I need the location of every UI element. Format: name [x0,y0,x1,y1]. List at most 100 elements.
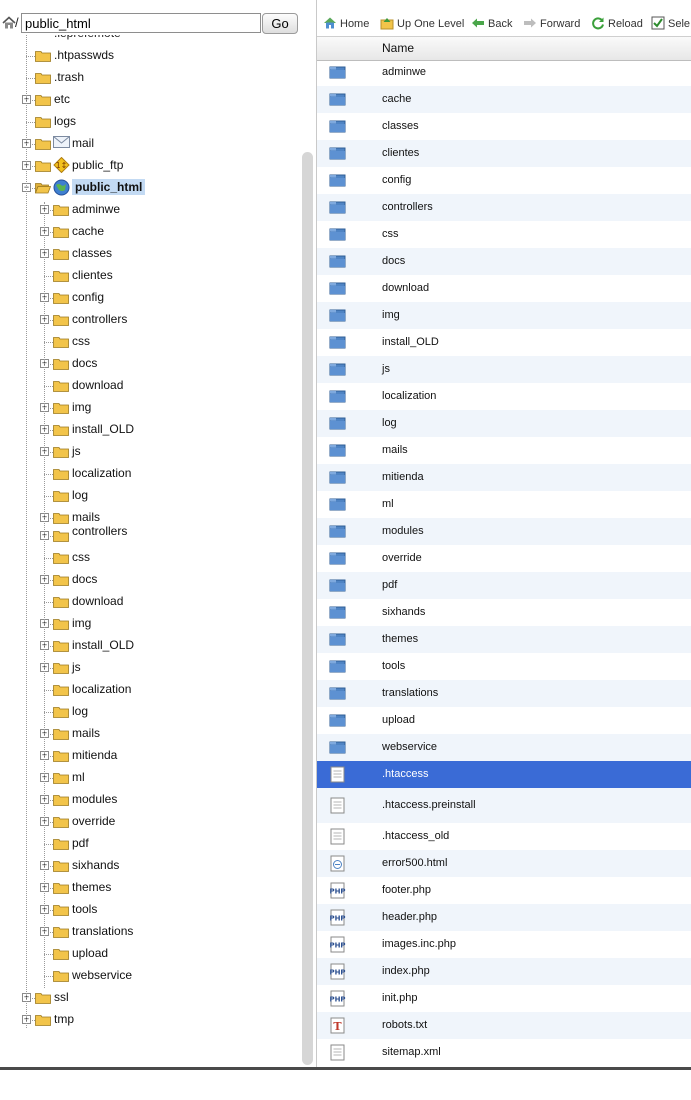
tree-item-public_ftp[interactable]: +1↕ public_ftp [0,156,300,176]
home-button[interactable]: Home [323,14,375,34]
tree-connector [26,78,35,79]
file-row[interactable]: adminwe [317,59,691,86]
home-icon[interactable] [2,16,16,30]
tree-item-ml[interactable]: + ml [0,768,300,788]
file-row[interactable]: clientes [317,140,691,167]
file-row[interactable]: tools [317,653,691,680]
file-row[interactable]: webservice [317,734,691,761]
file-row[interactable]: upload [317,707,691,734]
tree-item-js[interactable]: + js [0,658,300,678]
tree-item-log[interactable]: log [0,486,300,506]
tree-scrollbar[interactable] [302,152,313,1065]
file-row[interactable]: Trobots.txt [317,1012,691,1039]
tree-item-override[interactable]: + override [0,812,300,832]
tree-item-ssl[interactable]: + ssl [0,988,300,1008]
tree-item-mails[interactable]: + mails [0,724,300,744]
file-row[interactable]: ml [317,491,691,518]
file-row[interactable]: sixhands [317,599,691,626]
select-all-button[interactable]: Sele [651,14,691,34]
file-row[interactable]: pdf [317,572,691,599]
file-row[interactable]: controllers [317,194,691,221]
tree-item-mitienda[interactable]: + mitienda [0,746,300,766]
tree-item-classes[interactable]: + classes [0,244,300,264]
tree-item-translations[interactable]: + translations [0,922,300,942]
tree-item-clientes[interactable]: clientes [0,266,300,286]
file-row[interactable]: PHP header.php [317,904,691,931]
file-row[interactable]: img [317,302,691,329]
folder-icon [329,606,346,619]
tree-item-install_OLD[interactable]: + install_OLD [0,420,300,440]
tree-item-label: img [72,616,92,630]
tree-item-tmp[interactable]: + tmp [0,1010,300,1030]
tree-item-mails[interactable]: + mails [0,508,300,528]
file-row[interactable]: .htaccess [317,761,691,788]
up-one-level-button[interactable]: Up One Level [380,14,468,34]
go-button[interactable]: Go [262,13,298,34]
tree-item-sixhands[interactable]: + sixhands [0,856,300,876]
file-row[interactable]: mails [317,437,691,464]
tree-item-docs[interactable]: + docs [0,570,300,590]
file-row[interactable]: config [317,167,691,194]
file-row[interactable]: install_OLD [317,329,691,356]
tree-item-webservice[interactable]: webservice [0,966,300,986]
tree-item-controllers[interactable]: + controllers [0,310,300,330]
tree-item-css[interactable]: css [0,548,300,568]
file-row[interactable]: .htaccess_old [317,823,691,850]
tree-item-htpasswds[interactable]: .htpasswds [0,46,300,66]
tree-item-cache[interactable]: + cache [0,222,300,242]
tree-item-download[interactable]: download [0,592,300,612]
tree-item-public_html[interactable]: − public_html [0,178,300,198]
file-row[interactable]: translations [317,680,691,707]
file-row[interactable]: css [317,221,691,248]
tree-item-etc[interactable]: + etc [0,90,300,110]
tree-item-themes[interactable]: + themes [0,878,300,898]
file-row[interactable]: .htaccess.preinstall [317,788,691,823]
tree-item-css[interactable]: css [0,332,300,352]
tree-item-upload[interactable]: upload [0,944,300,964]
file-row[interactable]: cache [317,86,691,113]
tree-item-logs[interactable]: logs [0,112,300,132]
tree-item-tools[interactable]: + tools [0,900,300,920]
tree-item-modules[interactable]: + modules [0,790,300,810]
tree-item-docs[interactable]: + docs [0,354,300,374]
tree-item-localization[interactable]: localization [0,464,300,484]
file-row[interactable]: PHP init.php [317,985,691,1012]
file-row[interactable]: log [317,410,691,437]
reload-button[interactable]: Reload [591,14,647,34]
file-row[interactable]: download [317,275,691,302]
tree-item-img[interactable]: + img [0,614,300,634]
file-row[interactable]: localization [317,383,691,410]
tree-item-js[interactable]: + js [0,442,300,462]
file-row[interactable]: override [317,545,691,572]
folder-icon [329,498,346,511]
file-row[interactable]: error500.html [317,850,691,877]
forward-button[interactable]: Forward [523,14,587,34]
tree-item-adminwe[interactable]: + adminwe [0,200,300,220]
file-row[interactable]: themes [317,626,691,653]
tree-item-img[interactable]: + img [0,398,300,418]
tree-item-controllers[interactable]: + controllers [0,524,300,546]
home-icon [324,17,336,29]
file-row[interactable]: PHP images.inc.php [317,931,691,958]
file-row[interactable]: js [317,356,691,383]
file-row[interactable]: mitienda [317,464,691,491]
back-button[interactable]: Back [471,14,519,34]
path-input[interactable] [21,13,261,33]
tree-item-pdf[interactable]: pdf [0,834,300,854]
file-row[interactable]: modules [317,518,691,545]
tree-item-log[interactable]: log [0,702,300,722]
file-name: footer.php [382,884,431,896]
file-row[interactable]: sitemap.xml [317,1039,691,1066]
tree-item-download[interactable]: download [0,376,300,396]
folder-icon [329,336,346,349]
file-row[interactable]: PHP footer.php [317,877,691,904]
file-row[interactable]: docs [317,248,691,275]
tree-item-mail[interactable]: + mail [0,134,300,154]
tree-item-install_OLD[interactable]: + install_OLD [0,636,300,656]
file-row[interactable]: PHP index.php [317,958,691,985]
tree-item-trash[interactable]: .trash [0,68,300,88]
column-header-name[interactable]: Name [382,41,414,55]
file-row[interactable]: classes [317,113,691,140]
tree-item-localization[interactable]: localization [0,680,300,700]
tree-item-config[interactable]: + config [0,288,300,308]
